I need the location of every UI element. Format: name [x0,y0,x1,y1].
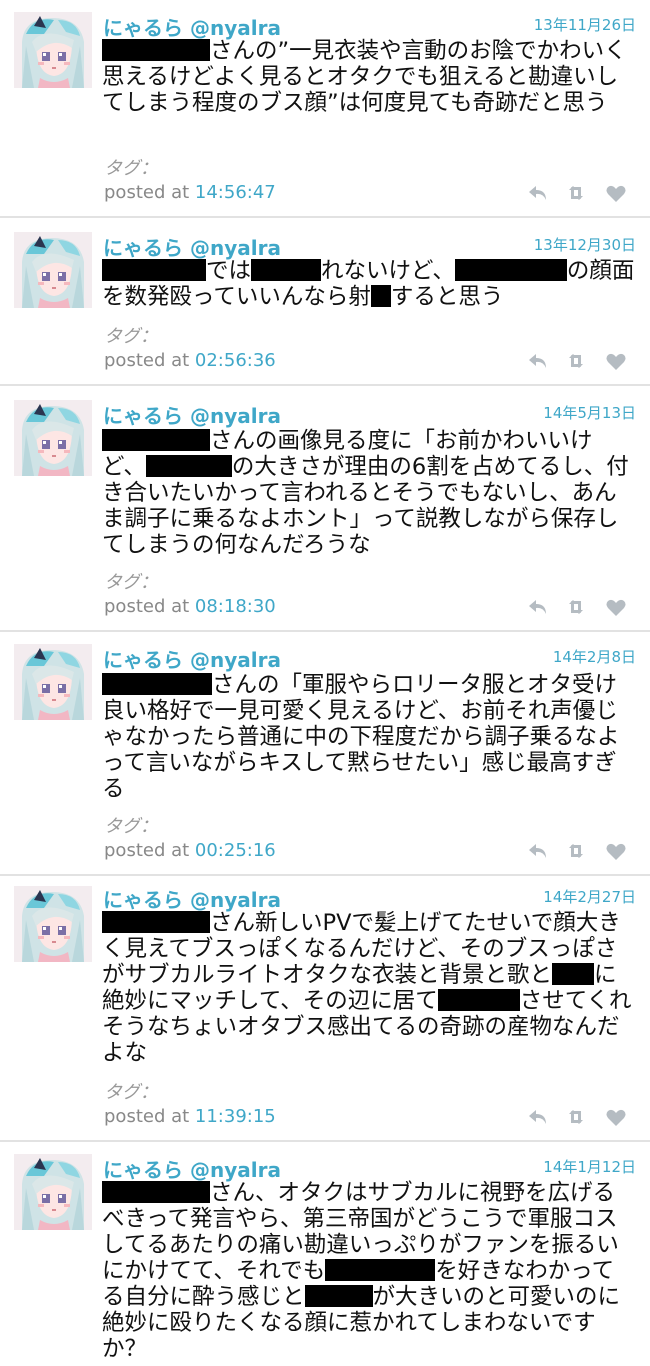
tag-label: タグ： [104,1082,158,1103]
redaction-bar [102,673,212,695]
tag-label: タグ： [104,326,158,347]
redaction-bar [552,963,595,985]
tag-label: タグ： [104,572,158,593]
tweet-text-segment: すると思う [390,284,504,310]
anime-girl-avatar-icon [14,400,92,476]
user-name[interactable]: にゃるら @nyalra [103,12,281,41]
posted-time: posted at 02:56:36 [104,350,276,371]
user-name[interactable]: にゃるら @nyalra [103,884,281,913]
posted-at-label: posted at [104,596,195,617]
redaction-bar [102,429,210,451]
tag-label: タグ： [104,158,158,179]
retweet-icon[interactable] [564,1105,588,1129]
posted-at-label: posted at [104,840,195,861]
retweet-icon[interactable] [564,595,588,619]
tweet-actions [526,349,628,373]
redaction-bar [251,259,322,281]
user-name[interactable]: にゃるら @nyalra [103,400,281,429]
tweet-text: さん新しいPVで髪上げてたせいで顔大きく見えてブスっぽくなるんだけど、そのブスっ… [102,910,636,1066]
post-date: 14年1月12日 [543,1158,636,1176]
tweet-5: にゃるら @nyalra 14年2月27日 さん新しいPVで髪上げてたせいで顔大… [0,876,650,1140]
posted-time: posted at 08:18:30 [104,596,276,617]
heart-icon[interactable] [604,839,628,863]
redaction-bar [454,259,567,281]
post-date: 14年2月8日 [552,648,636,666]
tweet-actions [526,839,628,863]
post-date: 13年12月30日 [533,236,636,254]
post-date: 13年11月26日 [533,16,636,34]
tweet-text: さんの画像見る度に「お前かわいいけど、 の大きさが理由の6割を占めてるし、付き合い… [102,428,636,558]
time-value[interactable]: 14:56:47 [195,182,276,203]
redaction-bar [102,259,206,281]
avatar[interactable] [14,400,92,476]
heart-icon[interactable] [604,1105,628,1129]
posted-time: posted at 14:56:47 [104,182,276,203]
post-date: 14年2月27日 [543,888,636,906]
retweet-icon[interactable] [564,349,588,373]
avatar[interactable] [14,232,92,308]
posted-at-label: posted at [104,182,195,203]
redaction-bar [325,1259,436,1281]
tweet-actions [526,595,628,619]
retweet-icon[interactable] [564,839,588,863]
redaction-bar [145,455,232,477]
tweet-text: では れないけど、 の顔面を数発殴っていいんなら射 すると思う [102,258,636,310]
redaction-bar [304,1285,373,1307]
tweet-text: さん、オタクはサブカルに視野を広げるべきって発言やら、第三帝国がどうこうで軍服コ… [102,1180,636,1362]
anime-girl-avatar-icon [14,886,92,962]
tweet-1: にゃるら @nyalra 13年11月26日 さんの”一見衣装や言動のお陰でかわ… [0,0,650,216]
avatar[interactable] [14,12,92,88]
tag-label: タグ： [104,816,158,837]
anime-girl-avatar-icon [14,644,92,720]
user-name[interactable]: にゃるら @nyalra [103,1154,281,1183]
post-date: 14年5月13日 [543,404,636,422]
heart-icon[interactable] [604,595,628,619]
tweet-actions [526,181,628,205]
heart-icon[interactable] [604,181,628,205]
tweet-3: にゃるら @nyalra 14年5月13日 さんの画像見る度に「お前かわいいけど… [0,386,650,630]
tweet-text: さんの「軍服やらロリータ服とオタ受け良い格好で一見可愛く見えるけど、お前それ声優… [102,672,636,802]
redaction-bar [102,1181,210,1203]
posted-at-label: posted at [104,350,195,371]
tweet-text-segment: では [206,258,252,284]
tweet-4: にゃるら @nyalra 14年2月8日 さんの「軍服やらロリータ服とオタ受け良… [0,632,650,876]
time-value[interactable]: 00:25:16 [195,840,276,861]
reply-icon[interactable] [526,181,550,205]
time-value[interactable]: 08:18:30 [195,596,276,617]
redaction-bar [102,911,210,933]
user-name[interactable]: にゃるら @nyalra [103,232,281,261]
tweet-actions [526,1105,628,1129]
posted-at-label: posted at [104,1106,195,1127]
reply-icon[interactable] [526,595,550,619]
tweet-text-segment: れないけど、 [321,258,455,284]
time-value[interactable]: 11:39:15 [195,1106,276,1127]
anime-girl-avatar-icon [14,232,92,308]
avatar[interactable] [14,1154,92,1230]
tweet-text: さんの”一見衣装や言動のお陰でかわいく思えるけどよく見るとオタクでも狙えると勘違… [102,38,636,116]
anime-girl-avatar-icon [14,1154,92,1230]
time-value[interactable]: 02:56:36 [195,350,276,371]
user-name[interactable]: にゃるら @nyalra [103,644,281,673]
redaction-bar [102,39,210,61]
tweet-6: にゃるら @nyalra 14年1月12日 さん、オタクはサブカルに視野を広げる… [0,1142,650,1366]
retweet-icon[interactable] [564,181,588,205]
posted-time: posted at 11:39:15 [104,1106,276,1127]
heart-icon[interactable] [604,349,628,373]
reply-icon[interactable] [526,1105,550,1129]
anime-girl-avatar-icon [14,12,92,88]
reply-icon[interactable] [526,349,550,373]
redaction-bar [437,989,520,1011]
redaction-bar [370,285,391,307]
avatar[interactable] [14,886,92,962]
tweet-2: にゃるら @nyalra 13年12月30日 では れないけど、 の顔面を数発殴って… [0,218,650,384]
avatar[interactable] [14,644,92,720]
reply-icon[interactable] [526,839,550,863]
posted-time: posted at 00:25:16 [104,840,276,861]
